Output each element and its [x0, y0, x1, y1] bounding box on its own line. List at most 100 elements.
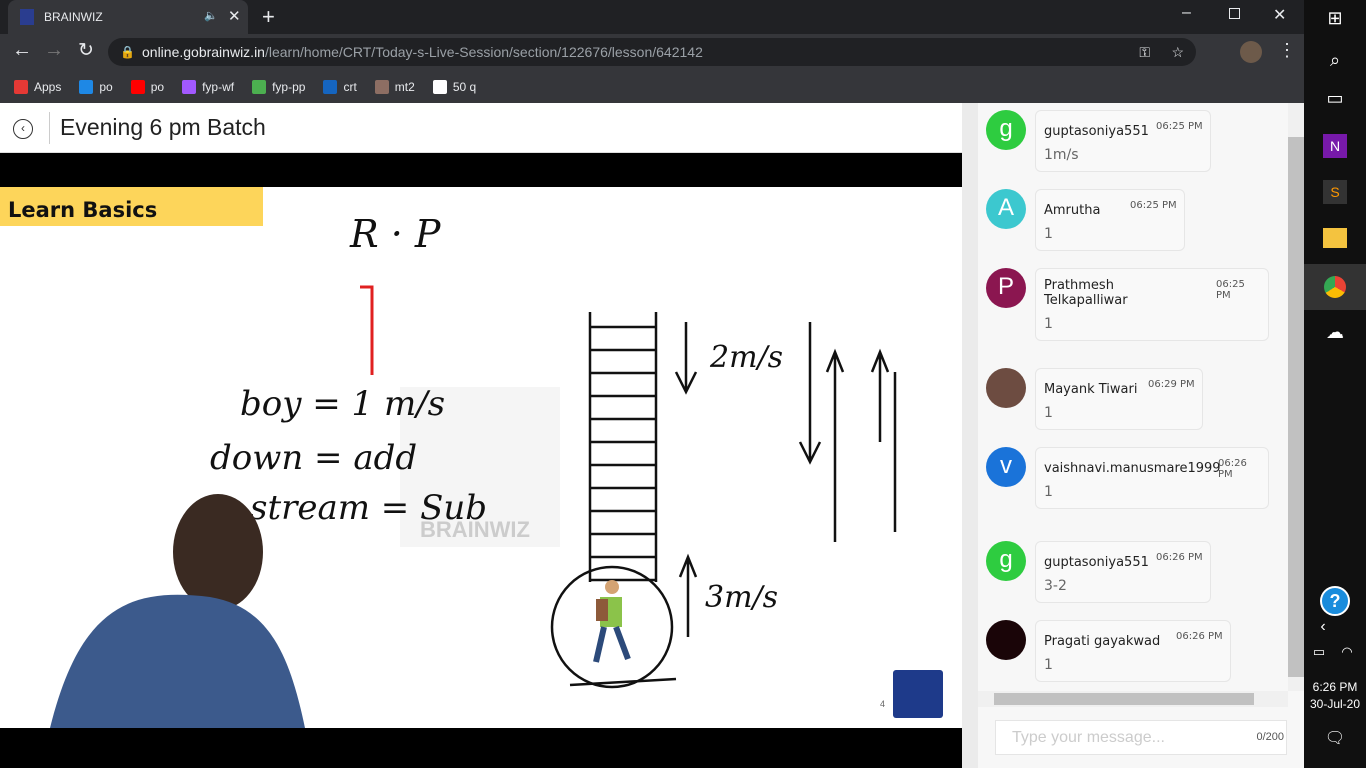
- bookmark-label: fyp-pp: [272, 79, 306, 94]
- restore-button[interactable]: [1229, 8, 1240, 19]
- photos-icon[interactable]: ☁: [1304, 322, 1366, 343]
- bookmark-icon: [252, 79, 267, 94]
- onenote-icon[interactable]: N: [1304, 134, 1366, 158]
- chat-message: Pragati gayakwad 06:26 PM 1: [986, 620, 1231, 682]
- bookmark-icon: [432, 79, 447, 94]
- bookmark-po[interactable]: po: [79, 79, 113, 94]
- user-avatar: g: [986, 110, 1026, 150]
- page-title: Evening 6 pm Batch: [60, 114, 266, 140]
- top-note: R · P: [349, 212, 442, 256]
- chat-message: g guptasoniya551 06:25 PM 1m/s: [986, 110, 1211, 172]
- chat-message: Mayank Tiwari 06:29 PM 1: [986, 368, 1203, 430]
- note-line: boy = 1 m/s: [240, 384, 445, 424]
- reload-icon[interactable]: ↻: [78, 39, 94, 62]
- close-window-button[interactable]: ✕: [1273, 5, 1286, 25]
- message-text: 1: [1044, 484, 1053, 500]
- vertical-scrollbar[interactable]: [1288, 103, 1304, 691]
- chat-message: g guptasoniya551 06:26 PM 3-2: [986, 541, 1211, 603]
- horizontal-scrollbar[interactable]: [978, 691, 1288, 707]
- bookmark-fyp-pp[interactable]: fyp-pp: [252, 79, 306, 94]
- message-text: 1: [1044, 226, 1053, 242]
- bookmark-po[interactable]: po: [130, 79, 165, 94]
- task-view-icon[interactable]: ▭: [1304, 88, 1366, 109]
- show-hidden-icons[interactable]: ‹: [1292, 618, 1354, 636]
- user-avatar: [986, 368, 1026, 408]
- sender-name: vaishnavi.manusmare1999: [1044, 461, 1221, 476]
- profile-avatar[interactable]: [1240, 41, 1262, 63]
- message-time: 06:26 PM: [1176, 631, 1223, 642]
- bookmark-icon: [182, 79, 197, 94]
- brainwiz-logo: [893, 670, 943, 718]
- bookmark-star-icon[interactable]: ☆: [1171, 38, 1184, 66]
- message-placeholder: Type your message...: [1012, 729, 1165, 746]
- char-counter: 0/200: [1256, 731, 1284, 743]
- bookmark-50-q[interactable]: 50 q: [432, 79, 477, 94]
- sender-name: guptasoniya551: [1044, 124, 1149, 139]
- chat-message: P Prathmesh Telkapalliwar 06:25 PM 1: [986, 268, 1269, 341]
- message-time: 06:29 PM: [1148, 379, 1195, 390]
- tab-title: BRAINWIZ: [44, 10, 103, 24]
- audio-icon[interactable]: 🔈: [204, 9, 218, 22]
- message-bubble: guptasoniya551 06:26 PM 3-2: [1035, 541, 1211, 603]
- divider: [49, 112, 50, 144]
- message-time: 06:25 PM: [1130, 200, 1177, 211]
- wifi-icon[interactable]: ◠: [1316, 644, 1366, 660]
- page-header: ‹ Evening 6 pm Batch: [0, 103, 962, 153]
- tab-close-icon[interactable]: ✕: [228, 7, 241, 25]
- bookmark-label: fyp-wf: [202, 79, 235, 94]
- search-icon[interactable]: ⌕: [1304, 50, 1366, 71]
- user-avatar: [986, 620, 1026, 660]
- message-time: 06:25 PM: [1216, 279, 1245, 301]
- sender-name: Prathmesh Telkapalliwar: [1044, 278, 1128, 308]
- chrome-icon[interactable]: [1304, 264, 1366, 310]
- sender-name: Amrutha: [1044, 203, 1101, 218]
- key-icon[interactable]: ⚿: [1139, 38, 1150, 66]
- forward-icon[interactable]: →: [44, 39, 64, 62]
- bookmark-label: 50 q: [452, 79, 477, 94]
- bookmark-mt2[interactable]: mt2: [374, 79, 415, 94]
- address-bar[interactable]: 🔒 online.gobrainwiz.in/learn/home/CRT/To…: [108, 38, 1196, 66]
- sublime-icon[interactable]: S: [1304, 180, 1366, 204]
- url-host: online.gobrainwiz.in: [142, 44, 265, 60]
- bookmark-label: Apps: [34, 79, 62, 94]
- user-avatar: v: [986, 447, 1026, 487]
- clock-time[interactable]: 6:26 PM: [1304, 680, 1366, 694]
- bookmark-icon: [374, 79, 389, 94]
- message-bubble: Prathmesh Telkapalliwar 06:25 PM 1: [1035, 268, 1269, 341]
- lock-icon: 🔒: [120, 45, 135, 59]
- minimize-button[interactable]: –: [1182, 4, 1191, 22]
- bookmark-icon: [130, 79, 145, 94]
- sender-name: guptasoniya551: [1044, 555, 1149, 570]
- down-speed-label: 2m/s: [709, 340, 783, 375]
- presenter-webcam: [50, 494, 305, 728]
- clock-date[interactable]: 30-Jul-20: [1304, 697, 1366, 711]
- message-text: 3-2: [1044, 578, 1067, 594]
- menu-icon[interactable]: ⋮: [1278, 40, 1296, 61]
- browser-tab[interactable]: BRAINWIZ 🔈 ✕: [8, 0, 248, 34]
- bookmark-label: po: [99, 79, 113, 94]
- message-bubble: guptasoniya551 06:25 PM 1m/s: [1035, 110, 1211, 172]
- bookmark-Apps[interactable]: Apps: [14, 79, 62, 94]
- message-text: 1: [1044, 657, 1053, 673]
- file-explorer-icon[interactable]: [1304, 228, 1366, 253]
- message-bubble: Amrutha 06:25 PM 1: [1035, 189, 1185, 251]
- new-tab-button[interactable]: +: [262, 4, 275, 30]
- windows-start-icon[interactable]: ⊞: [1304, 8, 1366, 29]
- up-speed-label: 3m/s: [705, 580, 778, 615]
- sender-name: Pragati gayakwad: [1044, 634, 1161, 649]
- bookmark-icon: [79, 79, 94, 94]
- help-icon[interactable]: ?: [1304, 586, 1366, 616]
- banner-text: Learn Basics: [8, 198, 157, 222]
- message-bubble: Pragati gayakwad 06:26 PM 1: [1035, 620, 1231, 682]
- bookmark-fyp-wf[interactable]: fyp-wf: [182, 79, 235, 94]
- bookmark-label: po: [150, 79, 165, 94]
- back-circle-icon[interactable]: ‹: [13, 119, 33, 139]
- walking-boy-illustration: [593, 580, 631, 663]
- bookmarks-bar: Apps po po fyp-wf fyp-pp crt mt2 50 q: [0, 70, 1304, 103]
- notifications-icon[interactable]: 🗨: [1304, 728, 1366, 748]
- message-input[interactable]: Type your message... 0/200: [995, 720, 1287, 755]
- message-bubble: vaishnavi.manusmare1999 06:26 PM 1: [1035, 447, 1269, 509]
- tab-strip: BRAINWIZ 🔈 ✕ + – ✕: [0, 0, 1304, 34]
- bookmark-crt[interactable]: crt: [323, 79, 357, 94]
- back-icon[interactable]: ←: [12, 39, 32, 62]
